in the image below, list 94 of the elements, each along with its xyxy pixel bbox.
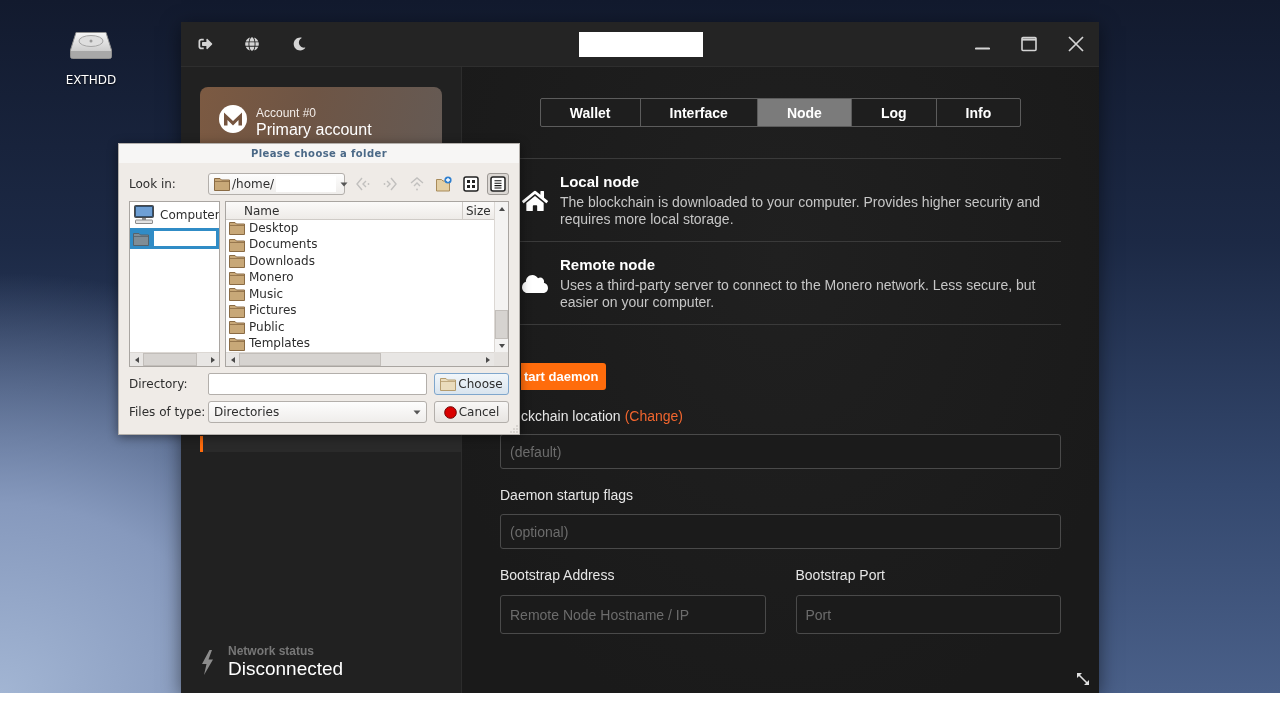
folder-icon xyxy=(229,254,245,269)
caret-icon xyxy=(340,181,349,187)
folder-icon xyxy=(229,336,245,351)
field-label: ckchain location xyxy=(521,407,621,425)
house-icon xyxy=(522,188,548,213)
account-card[interactable]: Account #0 Primary account xyxy=(200,87,442,143)
view-mode-button[interactable] xyxy=(460,173,482,195)
lightning-bolt-icon xyxy=(201,649,214,675)
folder-icon xyxy=(440,377,457,391)
file-item[interactable]: Templates xyxy=(226,335,494,352)
close-icon xyxy=(1068,36,1084,52)
input-field[interactable]: (default) xyxy=(500,434,1061,469)
scrollbar-thumb[interactable] xyxy=(143,353,197,366)
file-item[interactable]: Desktop xyxy=(226,220,494,237)
look-in-label: Look in: xyxy=(129,176,177,192)
new-folder-button[interactable] xyxy=(433,173,455,195)
cloud-icon xyxy=(522,272,548,295)
tab[interactable]: Log xyxy=(850,99,936,126)
option-description: Uses a third-party server to connect to the Monero network. Less secure, but easier on your computer. xyxy=(560,277,1037,311)
right-triangle-icon[interactable] xyxy=(484,356,491,363)
up-triangle-icon[interactable] xyxy=(498,205,505,212)
circle-icon xyxy=(443,405,457,419)
size-grip-icon[interactable] xyxy=(510,425,518,433)
moon-icon xyxy=(292,37,306,51)
directory-label: Directory: xyxy=(129,376,189,392)
input-field[interactable]: Remote Node Hostname / IP xyxy=(500,595,766,634)
grid-view-icon xyxy=(463,176,479,192)
view-mode-button[interactable] xyxy=(487,173,509,195)
place-item[interactable] xyxy=(130,228,219,249)
file-item[interactable]: Pictures xyxy=(226,302,494,319)
folder-icon xyxy=(229,320,245,335)
file-item[interactable]: Public xyxy=(226,319,494,336)
left-chevron-icon xyxy=(355,176,371,192)
account-number: Account #0 xyxy=(256,107,318,120)
change-link[interactable]: (Change) xyxy=(624,407,683,425)
horizontal-scrollbar[interactable] xyxy=(226,352,494,366)
file-item[interactable]: Music xyxy=(226,286,494,303)
monero-logo-icon xyxy=(219,105,247,133)
left-triangle-icon[interactable] xyxy=(133,356,140,363)
down-triangle-icon[interactable] xyxy=(498,342,505,349)
folder-icon xyxy=(229,221,245,236)
globe-icon xyxy=(245,37,259,51)
sign-out-icon xyxy=(197,37,213,51)
horizontal-scrollbar[interactable] xyxy=(130,352,219,366)
dialog-title: Please choose a folder xyxy=(250,148,388,159)
input-field[interactable]: Port xyxy=(795,595,1061,634)
right-chevron-icon xyxy=(382,176,398,192)
tab[interactable]: Interface xyxy=(639,99,757,126)
hard-drive-icon[interactable] xyxy=(70,32,112,59)
option-title: Remote node xyxy=(560,256,656,274)
caret-icon xyxy=(413,409,421,415)
folder-icon xyxy=(229,237,245,252)
resize-arrow-icon[interactable] xyxy=(1076,672,1090,686)
tab[interactable]: Node xyxy=(756,99,851,126)
choose-button[interactable]: Choose xyxy=(434,373,509,395)
network-status-label: Network status xyxy=(228,644,316,658)
option-description: The blockchain is downloaded to your computer. Provides higher security and requires more local storage. xyxy=(560,194,1042,228)
right-triangle-icon[interactable] xyxy=(209,356,216,363)
file-item[interactable]: Documents xyxy=(226,236,494,253)
account-name: Primary account xyxy=(256,120,372,139)
place-item[interactable]: Computer xyxy=(130,204,219,225)
folder-icon xyxy=(214,177,230,191)
left-triangle-icon[interactable] xyxy=(229,356,236,363)
scrollbar-thumb[interactable] xyxy=(239,353,381,366)
scrollbar-corner xyxy=(494,352,508,366)
file-item[interactable]: Downloads xyxy=(226,253,494,270)
maximize-icon xyxy=(1021,36,1037,52)
path-combo[interactable]: /home/ xyxy=(208,173,345,195)
minimize-icon xyxy=(974,47,990,50)
folder-icon xyxy=(229,287,245,302)
desktop-icon-label: EXTHDD xyxy=(65,73,117,87)
option-title: Local node xyxy=(560,173,641,191)
input-field[interactable]: (optional) xyxy=(500,514,1061,549)
folder-icon xyxy=(133,231,149,246)
network-status-value: Disconnected xyxy=(228,658,344,680)
new-folder-icon xyxy=(436,176,452,192)
folder-icon xyxy=(229,303,245,318)
column-header[interactable]: Name xyxy=(226,202,462,219)
directory-field[interactable] xyxy=(208,373,427,395)
monitor-icon xyxy=(133,205,155,224)
scrollbar-thumb[interactable] xyxy=(495,310,508,339)
cancel-button[interactable]: Cancel xyxy=(434,401,509,423)
field-label: Daemon startup flags xyxy=(500,486,634,504)
folder-icon xyxy=(229,270,245,285)
file-type-combo[interactable]: Directories xyxy=(208,401,427,423)
field-label: Bootstrap Port xyxy=(795,566,885,584)
vertical-scrollbar[interactable] xyxy=(494,202,508,352)
tab[interactable]: Wallet xyxy=(540,99,640,126)
tab[interactable]: Info xyxy=(935,99,1021,126)
file-item[interactable]: Monero xyxy=(226,269,494,286)
redaction-block xyxy=(154,231,216,246)
up-chevron-icon xyxy=(409,176,425,192)
list-view-icon xyxy=(490,176,506,192)
field-label: Bootstrap Address xyxy=(500,566,615,584)
